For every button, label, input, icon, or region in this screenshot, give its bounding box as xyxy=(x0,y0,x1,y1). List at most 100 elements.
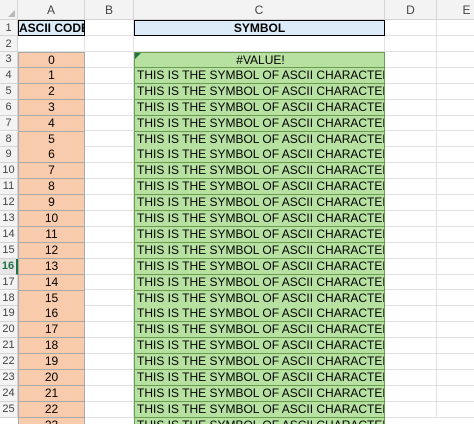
row-header-5[interactable]: 5 xyxy=(0,83,18,100)
ascii-code-cell[interactable]: 22 xyxy=(18,401,85,418)
cell[interactable] xyxy=(437,20,474,36)
ascii-code-cell[interactable]: 3 xyxy=(18,99,85,116)
row-header-10[interactable]: 10 xyxy=(0,163,18,180)
cell[interactable] xyxy=(437,306,474,323)
cell[interactable] xyxy=(437,370,474,386)
cell[interactable] xyxy=(85,99,134,116)
cell[interactable] xyxy=(385,195,437,211)
ascii-code-cell[interactable]: 5 xyxy=(18,131,85,148)
cell[interactable] xyxy=(85,354,134,370)
symbol-cell[interactable]: THIS IS THE SYMBOL OF ASCII CHARACTER 5:… xyxy=(134,131,385,148)
ascii-code-cell[interactable]: 2 xyxy=(18,83,85,100)
cell[interactable] xyxy=(437,275,474,291)
ascii-code-cell[interactable]: 11 xyxy=(18,226,85,243)
ascii-code-cell[interactable]: 9 xyxy=(18,195,85,212)
ascii-code-cell[interactable]: 4 xyxy=(18,115,85,132)
row-header-22[interactable]: 22 xyxy=(0,354,18,370)
row-header-8[interactable]: 8 xyxy=(0,131,18,148)
column-header-a[interactable]: A xyxy=(18,0,85,20)
cell[interactable] xyxy=(385,52,437,68)
ascii-code-cell[interactable]: 1 xyxy=(18,67,85,84)
cell[interactable] xyxy=(85,163,134,180)
symbol-cell[interactable]: THIS IS THE SYMBOL OF ASCII CHARACTER 10… xyxy=(134,211,385,227)
cell[interactable] xyxy=(385,290,437,307)
cell[interactable] xyxy=(437,243,474,259)
cell[interactable] xyxy=(385,36,437,52)
symbol-cell[interactable]: THIS IS THE SYMBOL OF ASCII CHARACTER 17… xyxy=(134,322,385,339)
cell[interactable] xyxy=(437,179,474,196)
cell[interactable] xyxy=(85,290,134,307)
row-header-3[interactable]: 3 xyxy=(0,52,18,68)
cell[interactable] xyxy=(437,116,474,132)
cell[interactable] xyxy=(385,179,437,196)
symbol-cell[interactable]: THIS IS THE SYMBOL OF ASCII CHARACTER 7:… xyxy=(134,163,385,180)
cell[interactable] xyxy=(385,67,437,84)
symbol-cell[interactable]: THIS IS THE SYMBOL OF ASCII CHARACTER 15… xyxy=(134,290,385,307)
cell[interactable] xyxy=(85,83,134,100)
ascii-code-cell[interactable]: 0 xyxy=(18,52,85,68)
symbol-cell[interactable]: THIS IS THE SYMBOL OF ASCII CHARACTER 1:… xyxy=(134,67,385,84)
ascii-code-cell[interactable]: 21 xyxy=(18,385,85,402)
ascii-code-cell[interactable]: 19 xyxy=(18,354,85,371)
cell[interactable] xyxy=(385,322,437,339)
cell[interactable] xyxy=(85,370,134,386)
cell[interactable] xyxy=(437,211,474,227)
cell[interactable] xyxy=(385,385,437,402)
ascii-code-cell[interactable]: 18 xyxy=(18,338,85,355)
cell[interactable] xyxy=(437,36,474,52)
cell[interactable] xyxy=(437,354,474,370)
spreadsheet-grid[interactable]: A B C D E 1 2 3 4 5 6 7 8 9 10 11 12 13 14 15 16 17 18 19 20 21 22… xyxy=(0,0,474,424)
cell[interactable] xyxy=(85,258,134,275)
cell[interactable] xyxy=(85,385,134,402)
ascii-code-cell[interactable]: 13 xyxy=(18,258,85,275)
row-header-13[interactable]: 13 xyxy=(0,211,18,227)
cell[interactable] xyxy=(385,338,437,355)
cell[interactable] xyxy=(437,402,474,418)
ascii-code-cell[interactable]: 6 xyxy=(18,147,85,164)
ascii-code-cell[interactable]: 7 xyxy=(18,163,85,180)
cell[interactable] xyxy=(437,291,474,307)
cell[interactable] xyxy=(85,401,134,418)
ascii-code-cell[interactable]: 20 xyxy=(18,370,85,386)
cell[interactable] xyxy=(385,147,437,164)
cell[interactable] xyxy=(134,36,385,52)
symbol-cell[interactable]: THIS IS THE SYMBOL OF ASCII CHARACTER 19… xyxy=(134,354,385,371)
cell[interactable] xyxy=(437,100,474,116)
cell[interactable] xyxy=(385,115,437,132)
cell[interactable] xyxy=(18,36,85,52)
cell[interactable] xyxy=(437,195,474,211)
symbol-cell[interactable]: THIS IS THE SYMBOL OF ASCII CHARACTER 11… xyxy=(134,226,385,243)
symbol-cell[interactable]: THIS IS THE SYMBOL OF ASCII CHARACTER 2:… xyxy=(134,83,385,100)
cell[interactable] xyxy=(85,179,134,196)
cell[interactable] xyxy=(385,258,437,275)
symbol-cell[interactable]: THIS IS THE SYMBOL OF ASCII CHARACTER 21… xyxy=(134,385,385,402)
cell[interactable] xyxy=(85,226,134,243)
cell[interactable] xyxy=(85,131,134,148)
row-header-23[interactable]: 23 xyxy=(0,370,18,386)
row-header-12[interactable]: 12 xyxy=(0,195,18,211)
symbol-cell[interactable]: THIS IS THE SYMBOL OF ASCII CHARACTER 13… xyxy=(134,258,385,275)
cell[interactable] xyxy=(437,132,474,148)
cell[interactable] xyxy=(385,226,437,243)
cell[interactable] xyxy=(385,274,437,291)
cell[interactable] xyxy=(385,401,437,418)
symbol-header[interactable]: SYMBOL xyxy=(134,20,385,36)
ascii-code-header[interactable]: ASCII CODE xyxy=(18,20,85,36)
column-header-b[interactable]: B xyxy=(85,0,134,20)
row-header-19[interactable]: 19 xyxy=(0,306,18,323)
ascii-code-cell[interactable]: 23 xyxy=(18,417,85,424)
cell[interactable] xyxy=(385,211,437,227)
row-header-17[interactable]: 17 xyxy=(0,274,18,291)
cell[interactable] xyxy=(85,115,134,132)
row-header-24[interactable]: 24 xyxy=(0,385,18,402)
cell[interactable] xyxy=(385,242,437,259)
symbol-cell[interactable]: THIS IS THE SYMBOL OF ASCII CHARACTER 16… xyxy=(134,306,385,323)
ascii-code-cell[interactable]: 17 xyxy=(18,322,85,339)
ascii-code-cell[interactable]: 8 xyxy=(18,179,85,196)
ascii-code-cell[interactable]: 10 xyxy=(18,211,85,227)
cell[interactable] xyxy=(85,52,134,68)
error-indicator-icon[interactable] xyxy=(135,53,141,59)
row-header-16[interactable]: 16 xyxy=(0,258,18,275)
cell[interactable] xyxy=(85,211,134,227)
symbol-cell[interactable]: THIS IS THE SYMBOL OF ASCII CHARACTER 9: xyxy=(134,195,385,212)
